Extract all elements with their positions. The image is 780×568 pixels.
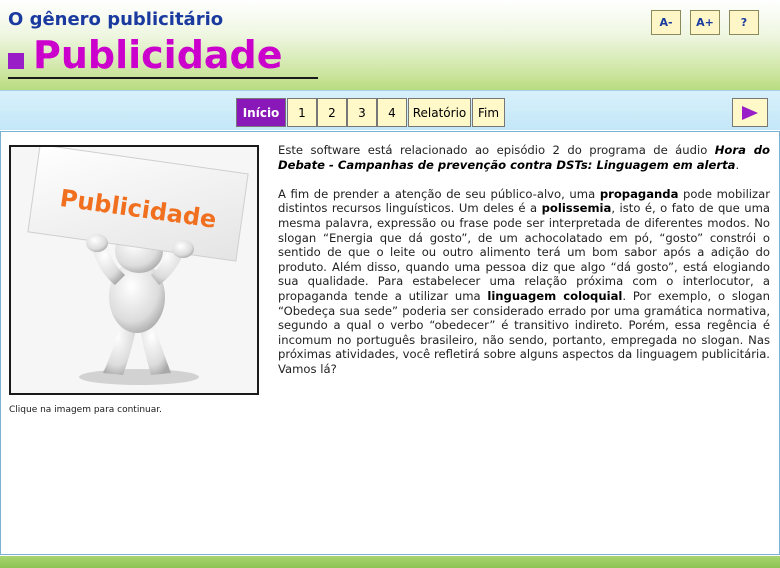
page-title: Publicidade [33,33,283,77]
keyword-propaganda: propaganda [599,186,679,201]
content-panel: Publicidade Clique na imagem para contin… [0,131,780,555]
intro-paragraph: Este software está relacionado ao episód… [278,143,770,172]
body-text: Este software está relacionado ao episód… [278,143,770,391]
nav-3[interactable]: 3 [347,98,377,127]
footer-bar [0,556,780,568]
image-caption: Clique na imagem para continuar. [9,405,162,415]
text-segment: A fim de prender a atenção de seu públic… [278,186,600,201]
keyword-linguagem-coloquial: linguagem coloquial [487,288,623,303]
publicidade-image[interactable]: Publicidade [9,145,259,395]
play-arrow-icon [742,105,758,120]
person-holding-sign-illustration: Publicidade [27,147,249,385]
subtitle: O gênero publicitário [8,9,224,30]
decrease-font-button[interactable]: A- [651,10,681,35]
increase-font-button[interactable]: A+ [690,10,720,35]
navigation-bar: Início 1 2 3 4 Relatório Fim [0,90,780,130]
nav-2[interactable]: 2 [317,98,347,127]
nav-4[interactable]: 4 [377,98,407,127]
nav-inicio[interactable]: Início [236,98,286,127]
nav-1[interactable]: 1 [287,98,317,127]
nav-relatorio[interactable]: Relatório [408,98,471,127]
keyword-polissemia: polissemia [541,201,612,216]
text-segment: , isto é, o fato de que uma mesma palavr… [278,201,770,303]
help-button[interactable]: ? [729,10,759,35]
title-bullet-icon [8,53,24,69]
next-page-button[interactable] [732,98,768,127]
intro-text: Este software está relacionado ao episód… [278,143,715,157]
intro-end: . [735,157,740,172]
main-paragraph: A fim de prender a atenção de seu públic… [278,187,770,377]
title-underline [8,77,318,79]
nav-fim[interactable]: Fim [472,98,505,127]
header: O gênero publicitário Publicidade A- A+ … [0,0,780,90]
